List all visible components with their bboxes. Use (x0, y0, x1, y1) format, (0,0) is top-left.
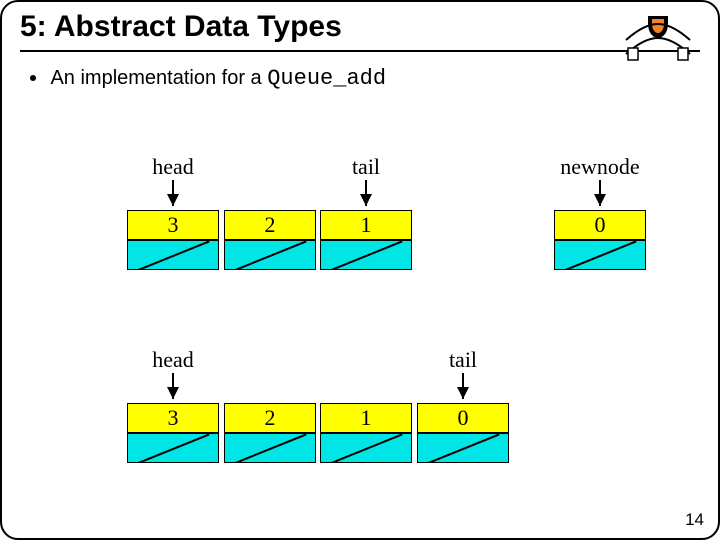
node-value: 3 (127, 403, 219, 433)
node-next (127, 433, 219, 463)
node-value: 0 (417, 403, 509, 433)
node-r2-0: 3 (127, 403, 219, 463)
node-next (417, 433, 509, 463)
slide-number: 14 (685, 510, 704, 530)
node-next (320, 433, 412, 463)
node-r2-3: 0 (417, 403, 509, 463)
node-value: 1 (320, 403, 412, 433)
node-next (224, 433, 316, 463)
node-value: 2 (224, 403, 316, 433)
node-r2-2: 1 (320, 403, 412, 463)
node-r2-1: 2 (224, 403, 316, 463)
